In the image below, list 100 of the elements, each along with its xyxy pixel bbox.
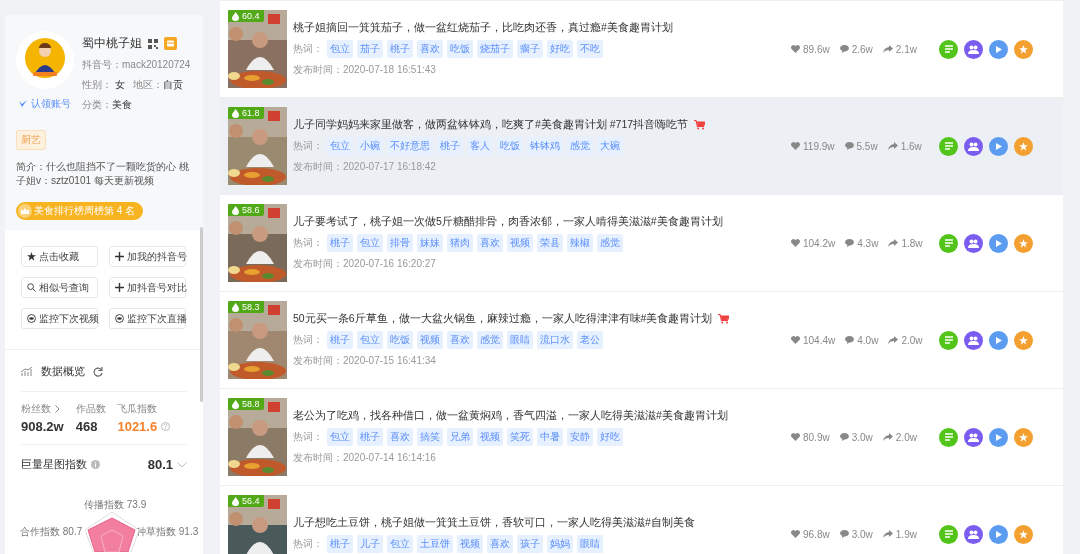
- hot-word-tag: 好吃: [597, 428, 623, 446]
- hot-word-tag: 包立: [327, 137, 353, 155]
- hot-word-tag: 视频: [417, 331, 443, 349]
- score-badge: 58.8: [228, 398, 264, 410]
- hot-word-tag: 桃子: [327, 534, 353, 553]
- hot-word-tag: 桃子: [357, 428, 383, 446]
- hot-word-tag: 感觉: [597, 234, 623, 252]
- hot-word-tag: 包立: [327, 428, 353, 446]
- hot-word-tag: 妈妈: [547, 534, 573, 553]
- douyin-id: 抖音号：mack20120724: [82, 58, 191, 72]
- stat-label: 作品数: [75, 402, 106, 416]
- hot-word-tag: 喜欢: [447, 331, 473, 349]
- action-button[interactable]: 相似号查询: [21, 277, 98, 298]
- hot-word-tag: 瘸子: [517, 40, 543, 58]
- hot-word-tag: 吃饭: [497, 137, 523, 155]
- stat-value: 1021.6: [117, 419, 158, 434]
- comments-count: 3.0w: [851, 431, 873, 443]
- hot-word-tag: 感觉: [567, 137, 593, 155]
- hot-word-tag: 茄子: [357, 40, 383, 58]
- video-title[interactable]: 桃子姐摘回一箕箕茄子，做一盆红烧茄子，比吃肉还香，真过瘾#美食趣胃计划: [293, 21, 673, 35]
- action-button[interactable]: 监控下次视频: [21, 308, 98, 329]
- radar-label: 合作指数 80.7: [20, 525, 83, 539]
- likes-count: 104.4w: [803, 334, 836, 346]
- likes-count: 119.9w: [803, 140, 835, 152]
- hot-word-tag: 小碗: [357, 137, 383, 155]
- hot-word-tag: 搞笑: [417, 428, 443, 446]
- score-badge: 61.8: [228, 107, 264, 119]
- hot-word-tag: 不吃: [577, 40, 603, 58]
- hot-word-tag: 不好意思: [387, 137, 433, 155]
- hot-word-tag: 孩子: [517, 534, 543, 553]
- hot-word-tag: 土豆饼: [417, 534, 453, 553]
- action-button[interactable]: 监控下次直播: [109, 308, 186, 329]
- stat-value: 468: [75, 419, 98, 434]
- hot-word-tag: 大碗: [597, 137, 623, 155]
- hot-word-tag: 包立: [357, 234, 383, 252]
- hot-word-tag: 流口水: [537, 331, 573, 349]
- section-title: 数据概览: [41, 364, 85, 379]
- hot-word-tag: 喜欢: [417, 40, 443, 58]
- bio-text: 简介：什么也阻挡不了一颗吃货的心 桃子姐v：sztz0101 每天更新视频: [16, 160, 190, 188]
- score-badge: 58.3: [228, 301, 264, 313]
- hot-word-tag: 视频: [457, 534, 483, 553]
- video-row[interactable]: 56.4 儿子想吃土豆饼，桃子姐做一箕箕土豆饼，香软可口，一家人吃得美滋滋#自制美食 热词： 桃子 儿子 包立 土豆饼 视频 喜欢 孩子 妈妈 眼睛 96.8w 3.0w 1.9w: [220, 485, 1063, 554]
- hot-word-tag: 桃子: [387, 40, 413, 58]
- likes-count: 96.8w: [803, 528, 830, 540]
- action-button[interactable]: 点击收藏: [21, 246, 98, 267]
- hot-word-tag: 安静: [567, 428, 593, 446]
- category: 分类：美食: [82, 98, 133, 112]
- hot-word-tag: 桃子: [327, 331, 353, 349]
- hot-word-tag: 客人: [467, 137, 493, 155]
- hot-word-tag: 感觉: [477, 331, 503, 349]
- hot-word-tag: 视频: [507, 234, 533, 252]
- comments-count: 3.0w: [851, 528, 873, 540]
- hot-word-tag: 中暑: [537, 428, 563, 446]
- star-index-label: 巨量星图指数: [21, 457, 87, 472]
- publish-time: 发布时间：2020-07-17 16:18:42: [293, 160, 437, 174]
- comments-count: 4.0w: [857, 334, 879, 346]
- stat-label[interactable]: 粉丝数: [21, 402, 60, 416]
- comments-count: 2.6w: [851, 43, 873, 55]
- hot-word-tag: 桃子: [437, 137, 463, 155]
- hot-word-tag: 荣县: [537, 234, 563, 252]
- hot-word-tag: 老公: [577, 331, 603, 349]
- hot-words-label: 热词：: [293, 139, 323, 153]
- hot-words-label: 热词：: [293, 536, 323, 551]
- hot-words-label: 热词：: [293, 430, 323, 444]
- video-title[interactable]: 50元买一条6斤草鱼，做一大盆火锅鱼，麻辣过瘾，一家人吃得津津有味#美食趣胃计划: [293, 312, 713, 326]
- hot-word-tag: 好吃: [547, 40, 573, 58]
- shares-count: 2.0w: [901, 334, 923, 346]
- hot-word-tag: 眼睛: [507, 331, 533, 349]
- action-button[interactable]: 加抖音号对比: [109, 277, 186, 298]
- shares-count: 2.1w: [895, 43, 917, 55]
- video-title[interactable]: 老公为了吃鸡，找各种借口，做一盆黄焖鸡，香气四溢，一家人吃得美滋滋#美食趣胃计划: [293, 409, 728, 423]
- video-title[interactable]: 儿子要考试了，桃子姐一次做5斤糖醋排骨，肉香浓郁，一家人啃得美滋滋#美食趣胃计划: [293, 215, 723, 229]
- hot-word-tag: 吃饭: [387, 331, 413, 349]
- video-title[interactable]: 儿子想吃土豆饼，桃子姐做一箕箕土豆饼，香软可口，一家人吃得美滋滋#自制美食: [293, 515, 695, 530]
- hot-word-tag: 烧茄子: [477, 40, 513, 58]
- hot-word-tag: 猪肉: [447, 234, 473, 252]
- publish-time: 发布时间：2020-07-18 16:51:43: [293, 63, 437, 77]
- hot-words-label: 热词：: [293, 42, 323, 56]
- shares-count: 1.9w: [895, 528, 917, 540]
- rank-badge: 美食排行榜周榜第 4 名: [16, 202, 144, 220]
- hot-word-tag: 桃子: [327, 234, 353, 252]
- publish-time: 发布时间：2020-07-16 16:20:27: [293, 257, 437, 271]
- hot-word-tag: 眼睛: [577, 534, 603, 553]
- gender-region: 性别： 女 地区：自贡: [82, 78, 185, 92]
- category-tag: 厨艺: [16, 130, 46, 150]
- hot-word-tag: 兄弟: [447, 428, 473, 446]
- comments-count: 4.3w: [857, 237, 879, 249]
- hot-word-tag: 辣椒: [567, 234, 593, 252]
- publish-time: 发布时间：2020-07-14 16:14:16: [293, 451, 437, 465]
- hot-word-tag: 儿子: [357, 534, 383, 553]
- shares-count: 2.0w: [895, 431, 917, 443]
- video-title[interactable]: 儿子同学妈妈来家里做客，做两盆钵钵鸡，吃爽了#美食趣胃计划 #717抖音嗨吃节: [293, 118, 689, 132]
- score-badge: 58.6: [228, 204, 264, 216]
- action-button[interactable]: 加我的抖音号: [109, 246, 186, 267]
- hot-word-tag: 包立: [387, 534, 413, 553]
- score-badge: 60.4: [228, 10, 264, 22]
- hot-word-tag: 喜欢: [387, 428, 413, 446]
- hot-word-tag: 喜欢: [477, 234, 503, 252]
- video-row[interactable]: 61.8 儿子同学妈妈来家里做客，做两盆钵钵鸡，吃爽了#美食趣胃计划 #717抖音嗨吃节 热词： 包立 小碗 不好意思 桃子 客人 吃饭 钵钵鸡 感觉 大碗 发布时间：2020-07-17 16:18:42 119.9w 5.5w 1.6w: [220, 97, 1063, 194]
- comments-count: 5.5w: [856, 140, 878, 152]
